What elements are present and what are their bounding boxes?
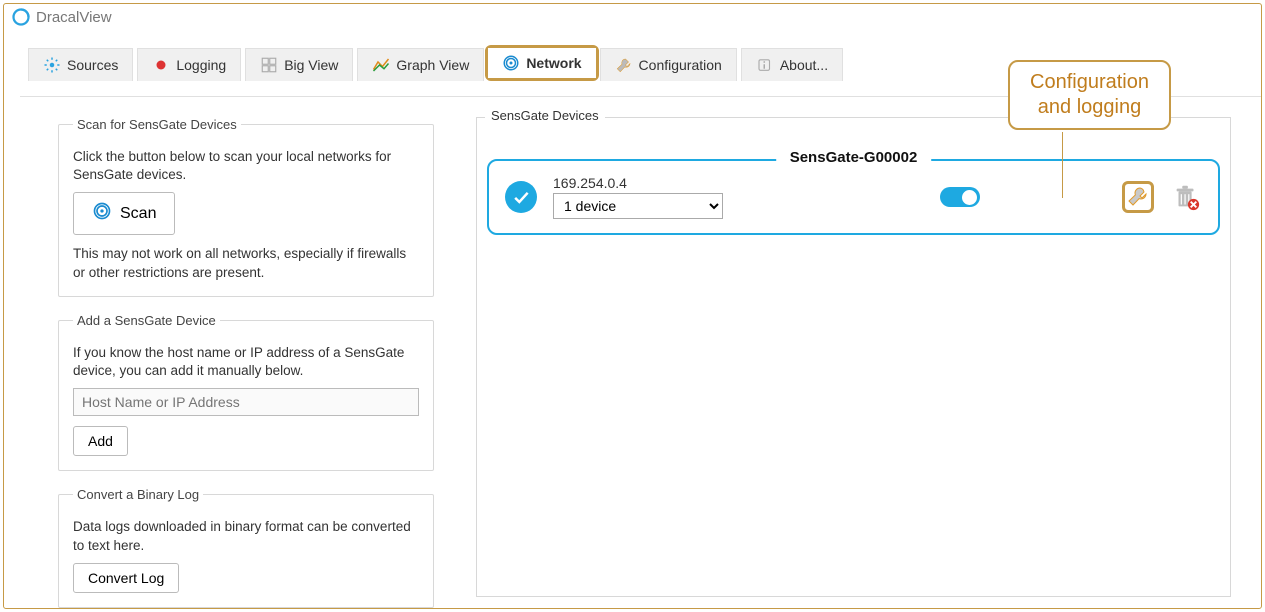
device-toggle[interactable] xyxy=(940,187,980,207)
scan-desc: Click the button below to scan your loca… xyxy=(73,148,419,184)
tab-about[interactable]: About... xyxy=(741,48,843,81)
add-group: Add a SensGate Device If you know the ho… xyxy=(58,313,434,471)
device-delete-button[interactable] xyxy=(1170,181,1202,213)
add-button-label: Add xyxy=(88,433,113,449)
convert-desc: Data logs downloaded in binary format ca… xyxy=(73,518,419,554)
tab-logging[interactable]: Logging xyxy=(137,48,241,81)
tab-sources[interactable]: Sources xyxy=(28,48,133,81)
tab-label: Graph View xyxy=(396,57,469,73)
convert-button-label: Convert Log xyxy=(88,570,164,586)
tab-network[interactable]: Network xyxy=(488,48,595,78)
tab-label: Network xyxy=(526,55,581,71)
add-desc: If you know the host name or IP address … xyxy=(73,344,419,380)
host-input[interactable] xyxy=(73,388,419,416)
scan-button[interactable]: Scan xyxy=(73,192,175,235)
tab-configuration[interactable]: Configuration xyxy=(600,48,737,81)
wrench-icon xyxy=(615,56,633,74)
convert-group: Convert a Binary Log Data logs downloade… xyxy=(58,487,434,607)
convert-button[interactable]: Convert Log xyxy=(73,563,179,593)
tab-label: About... xyxy=(780,57,828,73)
broadcast-icon xyxy=(92,201,112,226)
callout-line2: and logging xyxy=(1030,95,1149,120)
record-icon xyxy=(152,56,170,74)
add-legend: Add a SensGate Device xyxy=(73,313,220,328)
grid-icon xyxy=(260,56,278,74)
device-count-select[interactable]: 1 device xyxy=(553,193,723,219)
scan-note: This may not work on all networks, espec… xyxy=(73,245,419,281)
app-title: DracalView xyxy=(36,9,112,26)
convert-legend: Convert a Binary Log xyxy=(73,487,203,502)
chart-icon xyxy=(372,56,390,74)
device-config-button[interactable] xyxy=(1122,181,1154,213)
scan-legend: Scan for SensGate Devices xyxy=(73,117,241,132)
annotation-connector xyxy=(1062,132,1063,198)
active-tab-highlight: Network xyxy=(485,45,598,81)
tab-label: Configuration xyxy=(639,57,722,73)
device-ip: 169.254.0.4 xyxy=(553,175,723,191)
scan-button-label: Scan xyxy=(120,205,156,223)
devices-legend: SensGate Devices xyxy=(485,108,605,123)
check-icon xyxy=(505,181,537,213)
device-card: SensGate-G00002 169.254.0.4 1 device xyxy=(487,159,1220,235)
scan-group: Scan for SensGate Devices Click the butt… xyxy=(58,117,434,297)
devices-group: SensGate Devices SensGate-G00002 169.254… xyxy=(476,117,1231,597)
callout-line1: Configuration xyxy=(1030,70,1149,95)
tab-label: Sources xyxy=(67,57,118,73)
tab-graphview[interactable]: Graph View xyxy=(357,48,484,81)
tab-bigview[interactable]: Big View xyxy=(245,48,353,81)
gear-icon xyxy=(43,56,61,74)
device-name: SensGate-G00002 xyxy=(776,149,932,166)
info-icon xyxy=(756,56,774,74)
annotation-callout: Configuration and logging xyxy=(1008,60,1171,130)
add-button[interactable]: Add xyxy=(73,426,128,456)
tab-label: Big View xyxy=(284,57,338,73)
network-icon xyxy=(502,54,520,72)
app-icon xyxy=(12,8,30,26)
titlebar: DracalView xyxy=(4,4,1261,30)
tab-label: Logging xyxy=(176,57,226,73)
